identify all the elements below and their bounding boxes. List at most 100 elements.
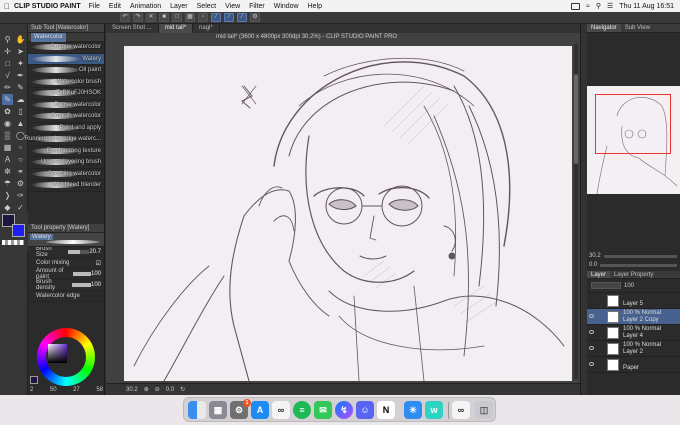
brush-item[interactable]: Dense watercolor [28,100,104,111]
settings-icon[interactable]: ⚙ 1 [230,399,251,419]
tab-mid-tail[interactable]: mid tail* [158,24,194,33]
brush-item[interactable]: Paint and apply [28,123,104,134]
zoom-out-icon[interactable]: ⊖ [155,386,160,393]
lasso-tool-icon[interactable]: ⚭ [15,166,26,177]
menu-window[interactable]: Window [274,3,299,10]
brush-item[interactable]: Emphasizing texture [28,146,104,157]
webtoon-icon[interactable]: w [425,401,443,419]
brush-item[interactable]: rkTaBKuFJ0HSOK [28,88,104,100]
operation-tool-icon[interactable]: ➤ [15,46,26,57]
apple-icon[interactable]:  [0,2,14,11]
tab-screen-shot[interactable]: Screen Shot ... [106,24,159,33]
ruler-tool-icon[interactable]: ▫ [15,142,26,153]
finder-icon[interactable] [188,401,206,419]
tab-watercolor[interactable]: Watercolor [31,33,66,42]
menu-animation[interactable]: Animation [130,3,161,10]
sub-color-swatch[interactable] [12,224,25,237]
eyedropper-icon[interactable]: √ [2,70,13,81]
layer-row[interactable]: 100 % Normal Layer 4 [587,325,680,341]
search-icon[interactable]: ⚲ [596,2,601,10]
transparent-color-swatch[interactable] [2,240,24,245]
link-icon[interactable]: ∞ [452,401,470,419]
brush-item[interactable]: Opaque watercolor [28,42,104,54]
menu-help[interactable]: Help [308,3,322,10]
transform-icon[interactable]: □ [172,13,182,22]
move-tool-icon[interactable]: ✛ [2,46,13,57]
menu-file[interactable]: File [89,3,100,10]
layer-row[interactable]: 100 % Normal Layer 2 [587,341,680,357]
brush-item[interactable]: Oil paint [28,65,104,77]
brush-item[interactable]: Uneven layering brush [28,157,104,169]
wifi-icon[interactable]: ≈ [586,3,590,10]
brush-item[interactable]: Smooth watercolor [28,111,104,123]
brush-size-value[interactable]: 20.7 [89,249,101,255]
menu-layer[interactable]: Layer [170,3,188,10]
hand-tool-icon[interactable]: ✋ [15,34,26,45]
safari-icon[interactable]: ✳ [404,401,422,419]
tab-sub-view[interactable]: Sub View [621,24,654,32]
navigator-zoom-value[interactable]: 30.2 [589,253,601,259]
blend-mode-select[interactable] [591,282,621,289]
amount-of-paint-slider[interactable] [73,272,91,276]
blend-tool-icon[interactable]: ◉ [2,118,13,129]
snap-special-ruler-icon[interactable]: ∕ [224,13,234,22]
menu-edit[interactable]: Edit [109,3,121,10]
clip-studio-icon[interactable]: ∞ [272,401,290,419]
checkbox-icon[interactable]: ☑ [96,260,101,267]
brush-tool-icon[interactable]: ✎ [15,82,26,93]
snap-grid-icon[interactable]: ∕ [237,13,247,22]
pen-tool-icon[interactable]: ✒ [15,70,26,81]
visibility-eye-icon[interactable] [589,314,594,318]
tab-layer-property[interactable]: Layer Property [610,271,657,278]
balloon-tool-icon[interactable]: ○ [15,154,26,165]
text-tool-icon[interactable]: A [2,154,13,165]
smudge-tool-icon[interactable]: ☂ [2,178,13,189]
app-menu[interactable]: CLIP STUDIO PAINT [14,3,81,10]
selection-tool-icon[interactable]: □ [2,58,13,69]
vertical-scrollbar[interactable] [574,44,578,379]
menu-filter[interactable]: Filter [249,3,265,10]
menu-view[interactable]: View [225,3,240,10]
gear-tool-icon[interactable]: ⚙ [15,178,26,189]
brush-item-selected[interactable]: Watery [28,53,104,65]
messenger-icon[interactable]: ↯ [335,401,353,419]
clear-icon[interactable]: ✕ [146,13,156,22]
clock[interactable]: Thu 11 Aug 16:51 [619,3,674,10]
watercolor-edge-row[interactable]: Watercolor edge [28,291,104,302]
brush-item[interactable]: Running color edge waterc... [25,134,104,146]
settings-icon[interactable]: ⚙ [250,13,260,22]
brush-item[interactable]: Soothing watercolor [28,169,104,180]
scroll-thumb[interactable] [574,74,578,164]
watercolor-tool-icon[interactable]: ✎ [2,94,13,105]
drawing-canvas[interactable] [124,46,572,381]
brush-density-row[interactable]: Brush density 100 [28,279,104,291]
trash-icon[interactable]: ◫ [475,401,493,419]
launchpad-icon[interactable]: ▦ [209,401,227,419]
navigator-angle-slider[interactable] [600,263,677,267]
brush-size-slider[interactable] [68,250,90,254]
zoom-value[interactable]: 30.2 [126,387,138,393]
navigator-thumbnail[interactable] [587,86,680,194]
airbrush-tool-icon[interactable]: ☁ [15,94,26,105]
navigator-zoom-slider[interactable] [603,254,677,258]
navigator-angle-value[interactable]: 0.0 [589,262,597,268]
pencil-tool-icon[interactable]: ✏ [2,82,13,93]
fill-icon[interactable]: ■ [159,13,169,22]
notion-icon[interactable]: N [377,401,395,419]
pen-nib-icon[interactable]: ✑ [15,190,26,201]
navigator-view-frame[interactable] [595,94,671,154]
brush-item[interactable]: Watercolor brush [28,77,104,88]
menu-select[interactable]: Select [197,3,216,10]
ruler-icon[interactable]: ▫ [198,13,208,22]
gradient-tool-icon[interactable]: ▒ [2,130,13,141]
tab-layer[interactable]: Layer [587,271,611,278]
brush-item[interactable]: Wet bleed blender [28,180,104,192]
auto-select-icon[interactable]: ✦ [15,58,26,69]
angle-value[interactable]: 0.0 [166,387,174,393]
control-center-icon[interactable]: ☰ [607,2,613,10]
zoom-in-icon[interactable]: ⊕ [144,386,149,393]
undo-icon[interactable]: ↶ [120,13,130,22]
brush-density-slider[interactable] [71,283,91,287]
snap-ruler-icon[interactable]: ∕ [211,13,221,22]
amount-of-paint-value[interactable]: 100 [91,271,101,277]
